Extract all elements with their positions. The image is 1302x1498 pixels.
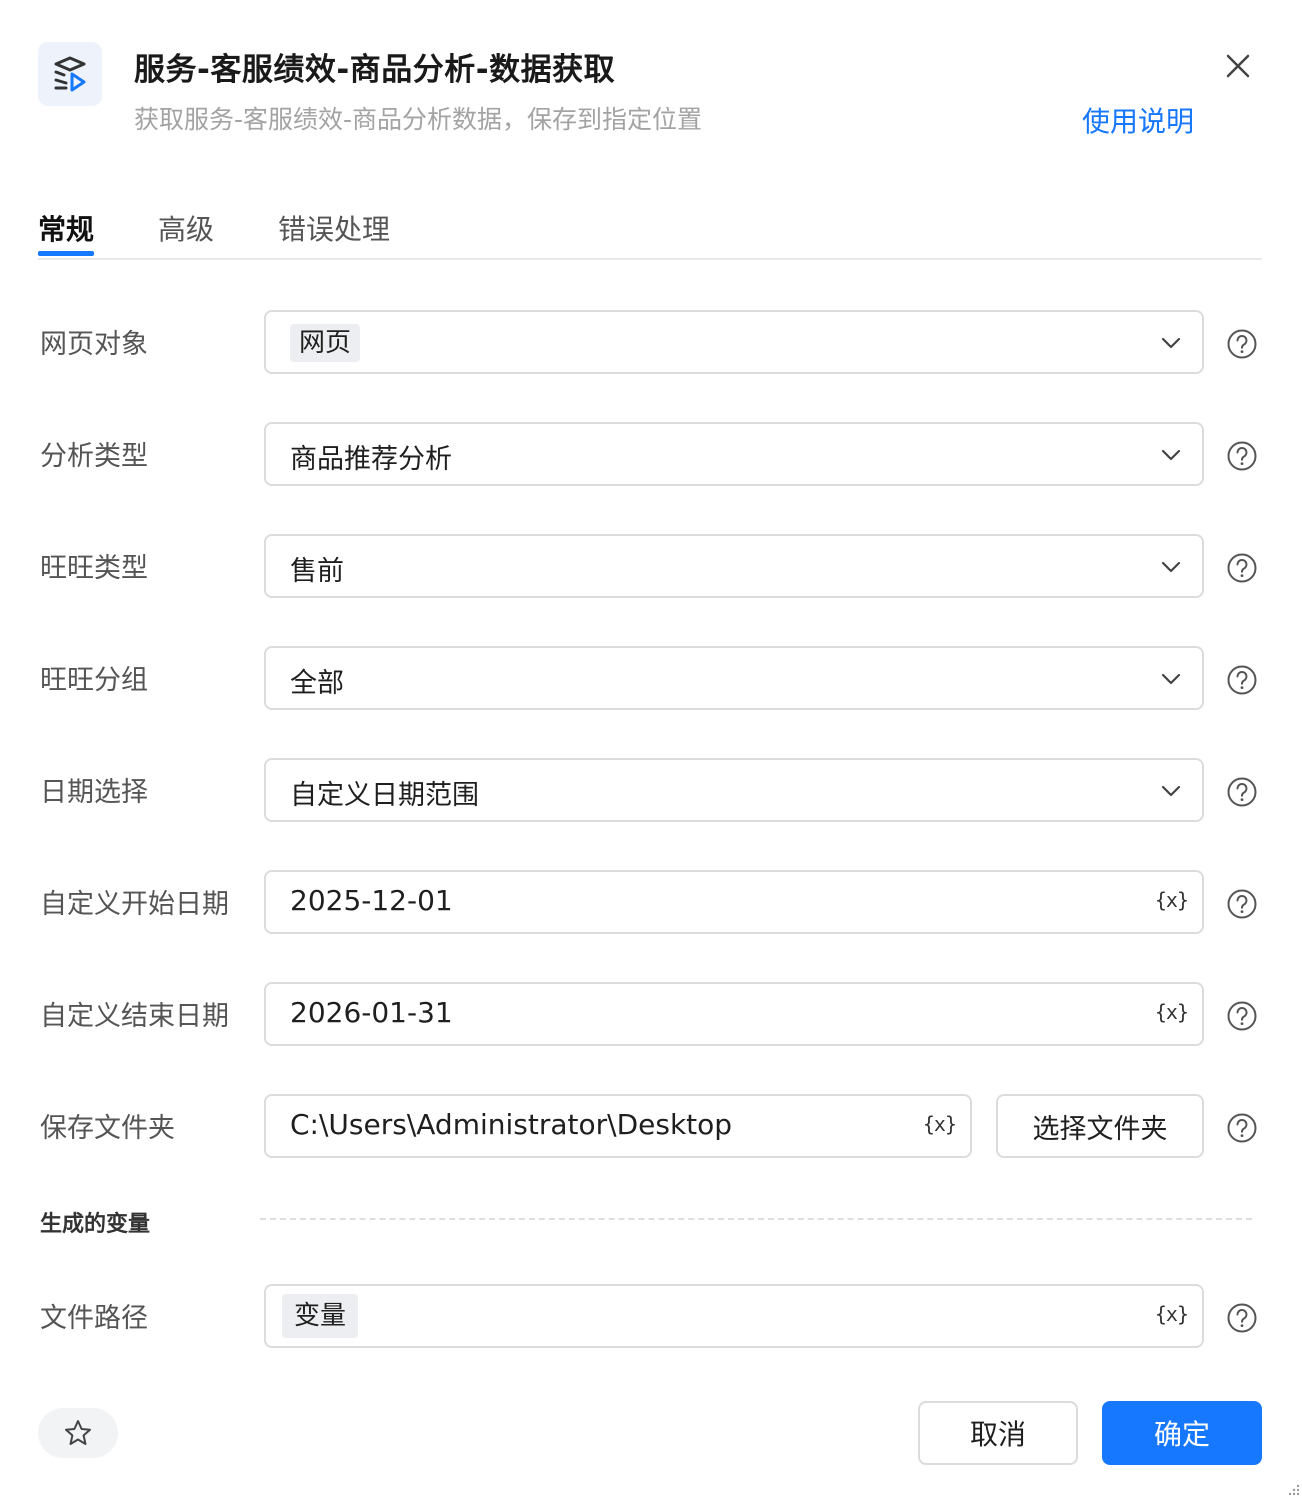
variable-chip: 变量 (282, 1294, 359, 1338)
date-select-value: 自定义日期范围 (290, 780, 479, 811)
row-wangwang-type: 旺旺类型 售前 (38, 534, 1268, 598)
tab-general[interactable]: 常规 (38, 208, 94, 248)
web-object-chip: 网页 (290, 324, 361, 362)
tab-bar: 常规 高级 错误处理 (38, 200, 1262, 260)
save-folder-label: 保存文件夹 (40, 1113, 175, 1144)
start-date-value: 2025-12-01 (290, 884, 453, 917)
date-select-label: 日期选择 (40, 777, 148, 808)
generated-variables-section: 生成的变量 (38, 1200, 1252, 1240)
end-date-label: 自定义结束日期 (40, 1001, 229, 1032)
chevron-down-icon (1160, 444, 1182, 466)
end-date-value: 2026-01-31 (290, 996, 453, 1029)
confirm-button[interactable]: 确定 (1102, 1401, 1262, 1465)
analysis-type-value: 商品推荐分析 (290, 444, 452, 475)
chevron-down-icon (1160, 668, 1182, 690)
file-path-input[interactable]: 变量 {x} (264, 1284, 1204, 1348)
analysis-type-select[interactable]: 商品推荐分析 (264, 422, 1204, 486)
row-save-folder: 保存文件夹 C:\Users\Administrator\Desktop {x}… (38, 1094, 1268, 1158)
start-date-label: 自定义开始日期 (40, 889, 229, 920)
select-folder-button[interactable]: 选择文件夹 (996, 1094, 1204, 1158)
variable-insert-icon[interactable]: {x} (1155, 1000, 1189, 1024)
save-folder-value: C:\Users\Administrator\Desktop (290, 1108, 733, 1141)
variable-insert-icon[interactable]: {x} (1155, 888, 1189, 912)
help-link[interactable]: 使用说明 (1082, 100, 1194, 140)
dialog-header: 服务-客服绩效-商品分析-数据获取 获取服务-客服绩效-商品分析数据，保存到指定… (38, 42, 1268, 142)
file-path-label: 文件路径 (40, 1303, 148, 1334)
active-tab-indicator (38, 251, 94, 256)
help-icon[interactable] (1226, 776, 1258, 808)
row-wangwang-group: 旺旺分组 全部 (38, 646, 1268, 710)
help-icon[interactable] (1226, 1302, 1258, 1334)
row-date-select: 日期选择 自定义日期范围 (38, 758, 1268, 822)
wangwang-type-value: 售前 (290, 556, 344, 587)
section-divider (260, 1218, 1252, 1220)
close-icon[interactable] (1222, 50, 1254, 82)
wangwang-group-select[interactable]: 全部 (264, 646, 1204, 710)
chevron-down-icon (1160, 556, 1182, 578)
start-date-input[interactable]: 2025-12-01 {x} (264, 870, 1204, 934)
end-date-input[interactable]: 2026-01-31 {x} (264, 982, 1204, 1046)
help-icon[interactable] (1226, 552, 1258, 584)
wangwang-type-label: 旺旺类型 (40, 553, 148, 584)
variable-insert-icon[interactable]: {x} (1155, 1302, 1189, 1326)
help-icon[interactable] (1226, 664, 1258, 696)
wangwang-group-value: 全部 (290, 668, 344, 699)
help-icon[interactable] (1226, 440, 1258, 472)
wangwang-group-label: 旺旺分组 (40, 665, 148, 696)
help-icon[interactable] (1226, 888, 1258, 920)
chevron-down-icon (1160, 332, 1182, 354)
date-select-select[interactable]: 自定义日期范围 (264, 758, 1204, 822)
dialog-title: 服务-客服绩效-商品分析-数据获取 (134, 52, 616, 88)
help-icon[interactable] (1226, 1000, 1258, 1032)
chevron-down-icon (1160, 780, 1182, 802)
variable-insert-icon[interactable]: {x} (923, 1112, 957, 1136)
row-web-object: 网页对象 网页 (38, 310, 1268, 374)
row-file-path: 文件路径 变量 {x} (38, 1284, 1268, 1348)
resize-grip-icon[interactable] (1286, 1482, 1300, 1496)
web-object-select[interactable]: 网页 (264, 310, 1204, 374)
wangwang-type-select[interactable]: 售前 (264, 534, 1204, 598)
web-object-label: 网页对象 (40, 329, 148, 360)
cancel-button[interactable]: 取消 (918, 1401, 1078, 1465)
tab-advanced[interactable]: 高级 (158, 208, 214, 248)
star-icon[interactable] (38, 1408, 118, 1458)
help-icon[interactable] (1226, 1112, 1258, 1144)
analysis-type-label: 分析类型 (40, 441, 148, 472)
dialog-subtitle: 获取服务-客服绩效-商品分析数据，保存到指定位置 (134, 105, 703, 134)
section-title: 生成的变量 (40, 1212, 151, 1237)
row-end-date: 自定义结束日期 2026-01-31 {x} (38, 982, 1268, 1046)
help-icon[interactable] (1226, 328, 1258, 360)
save-folder-input[interactable]: C:\Users\Administrator\Desktop {x} (264, 1094, 972, 1158)
list-play-icon (38, 42, 102, 106)
tab-error-handling[interactable]: 错误处理 (278, 208, 390, 248)
row-analysis-type: 分析类型 商品推荐分析 (38, 422, 1268, 486)
row-start-date: 自定义开始日期 2025-12-01 {x} (38, 870, 1268, 934)
